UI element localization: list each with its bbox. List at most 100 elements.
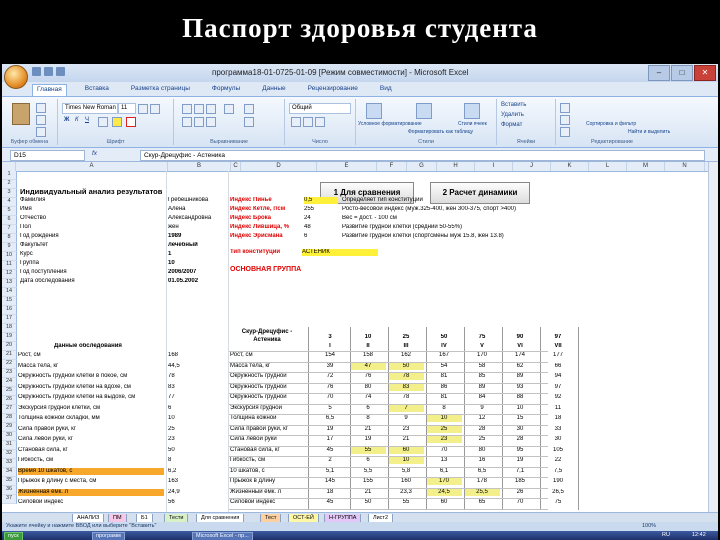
format-as-table-icon[interactable] bbox=[416, 103, 432, 119]
font-name-select[interactable]: Times New Roman bbox=[62, 103, 118, 114]
row-header[interactable]: 21 bbox=[2, 351, 17, 360]
measure-value[interactable]: 8 bbox=[168, 457, 208, 464]
row-header[interactable]: 20 bbox=[2, 342, 17, 351]
index-value[interactable]: 24 bbox=[304, 215, 338, 222]
tab-page-layout[interactable]: Разметка страницы bbox=[127, 84, 194, 96]
percentile-cell[interactable]: 45 bbox=[312, 499, 348, 506]
cut-icon[interactable] bbox=[36, 103, 46, 113]
row-header[interactable]: 11 bbox=[2, 261, 17, 270]
percentile-cell[interactable]: 55 bbox=[350, 446, 386, 454]
measure-value[interactable]: 6 bbox=[168, 405, 208, 412]
percentile-cell[interactable]: 25 bbox=[464, 436, 500, 443]
percentile-cell[interactable]: 26 bbox=[502, 489, 538, 496]
percentile-cell[interactable]: 5,8 bbox=[388, 468, 424, 475]
format-as-table-button[interactable]: Форматировать как таблицу bbox=[408, 129, 473, 135]
percentile-cell[interactable]: 6 bbox=[350, 457, 386, 464]
percentile-cell[interactable]: 50 bbox=[350, 499, 386, 506]
row-header[interactable]: 4 bbox=[2, 198, 17, 207]
percentile-cell[interactable]: 190 bbox=[540, 478, 576, 485]
percentile-cell[interactable]: 21 bbox=[350, 489, 386, 496]
personal-value[interactable]: 2006/2007 bbox=[168, 269, 228, 276]
wrap-text-icon[interactable] bbox=[244, 104, 254, 114]
tab-data[interactable]: Данные bbox=[258, 84, 289, 96]
percentile-cell[interactable]: 25,5 bbox=[464, 488, 500, 496]
align-top-icon[interactable] bbox=[182, 104, 192, 114]
percentile-cell[interactable]: 86 bbox=[426, 384, 462, 391]
percentile-cell[interactable]: 8 bbox=[426, 405, 462, 412]
measure-value[interactable]: 77 bbox=[168, 394, 208, 401]
percentile-cell[interactable]: 54 bbox=[426, 363, 462, 370]
font-color-icon[interactable] bbox=[126, 117, 136, 127]
tab-view[interactable]: Вид bbox=[376, 84, 396, 96]
row-header[interactable]: 9 bbox=[2, 243, 17, 252]
column-header-L[interactable]: L bbox=[589, 162, 627, 171]
percentile-cell[interactable]: 2 bbox=[312, 457, 348, 464]
percentile-cell[interactable]: 94 bbox=[540, 373, 576, 380]
row-header[interactable]: 5 bbox=[2, 207, 17, 216]
percentile-cell[interactable]: 76 bbox=[350, 373, 386, 380]
fx-icon[interactable]: fx bbox=[92, 150, 97, 157]
percentile-cell[interactable]: 160 bbox=[388, 478, 424, 485]
index-value[interactable]: 6 bbox=[304, 233, 338, 240]
close-button[interactable]: ✕ bbox=[694, 65, 716, 81]
percentile-cell[interactable]: 28 bbox=[502, 436, 538, 443]
percentile-cell[interactable]: 76 bbox=[312, 384, 348, 391]
tab-review[interactable]: Рецензирование bbox=[304, 84, 362, 96]
percentile-cell[interactable]: 155 bbox=[350, 478, 386, 485]
bold-button[interactable]: Ж bbox=[64, 117, 69, 123]
percentile-cell[interactable]: 10 bbox=[388, 457, 424, 464]
personal-value[interactable]: 01.05.2002 bbox=[168, 278, 228, 285]
row-header[interactable]: 24 bbox=[2, 378, 17, 387]
row-header[interactable]: 18 bbox=[2, 324, 17, 333]
percentile-cell[interactable]: 11 bbox=[540, 405, 576, 412]
percentile-cell[interactable]: 88 bbox=[502, 394, 538, 401]
italic-button[interactable]: К bbox=[75, 117, 79, 123]
borders-icon[interactable] bbox=[98, 117, 108, 127]
percentile-cell[interactable]: 5,5 bbox=[350, 468, 386, 475]
percentile-cell[interactable]: 6,1 bbox=[426, 468, 462, 475]
orientation-icon[interactable] bbox=[224, 104, 234, 114]
percentile-cell[interactable]: 8 bbox=[350, 415, 386, 422]
conditional-formatting-button[interactable]: Условное форматирование bbox=[358, 121, 422, 127]
comma-icon[interactable] bbox=[315, 117, 325, 127]
percentile-cell[interactable]: 28 bbox=[464, 426, 500, 433]
undo-icon[interactable] bbox=[44, 67, 53, 76]
percentile-cell[interactable]: 23 bbox=[426, 436, 462, 443]
measure-value[interactable]: 10 bbox=[168, 415, 208, 422]
personal-value[interactable]: лечебный bbox=[168, 242, 228, 249]
percentile-cell[interactable]: 89 bbox=[502, 373, 538, 380]
tab-formulas[interactable]: Формулы bbox=[208, 84, 244, 96]
row-header[interactable]: 27 bbox=[2, 405, 17, 414]
row-header[interactable]: 25 bbox=[2, 387, 17, 396]
percentile-cell[interactable]: 55 bbox=[388, 499, 424, 506]
percentile-cell[interactable]: 9 bbox=[464, 405, 500, 412]
row-header[interactable]: 32 bbox=[2, 450, 17, 459]
percent-icon[interactable] bbox=[303, 117, 313, 127]
column-header-M[interactable]: M bbox=[627, 162, 665, 171]
percentile-cell[interactable]: 167 bbox=[426, 352, 462, 359]
insert-cells-button[interactable]: Вставить bbox=[501, 102, 526, 108]
cell-styles-button[interactable]: Стили ячеек bbox=[458, 121, 487, 127]
index-value[interactable]: 0,5 bbox=[304, 197, 338, 204]
personal-value[interactable]: 10 bbox=[168, 260, 228, 267]
measure-value[interactable]: 163 bbox=[168, 478, 208, 485]
percentile-cell[interactable]: 158 bbox=[350, 352, 386, 359]
personal-value[interactable]: Алена bbox=[168, 206, 228, 213]
maximize-button[interactable]: □ bbox=[671, 65, 693, 81]
row-header[interactable]: 30 bbox=[2, 432, 17, 441]
delete-cells-button[interactable]: Удалить bbox=[501, 112, 524, 118]
percentile-cell[interactable]: 95 bbox=[502, 447, 538, 454]
personal-value[interactable]: 1989 bbox=[168, 233, 228, 240]
percentile-cell[interactable]: 22 bbox=[540, 457, 576, 464]
row-header[interactable]: 7 bbox=[2, 225, 17, 234]
column-header-K[interactable]: K bbox=[551, 162, 589, 171]
row-header[interactable]: 17 bbox=[2, 315, 17, 324]
copy-icon[interactable] bbox=[36, 115, 46, 125]
save-icon[interactable] bbox=[32, 67, 41, 76]
percentile-cell[interactable]: 15 bbox=[502, 415, 538, 422]
taskbar-item-program[interactable]: программ bbox=[92, 532, 125, 540]
align-bottom-icon[interactable] bbox=[206, 104, 216, 114]
percentile-cell[interactable]: 72 bbox=[312, 373, 348, 380]
row-header[interactable]: 19 bbox=[2, 333, 17, 342]
cell-styles-icon[interactable] bbox=[464, 103, 480, 119]
